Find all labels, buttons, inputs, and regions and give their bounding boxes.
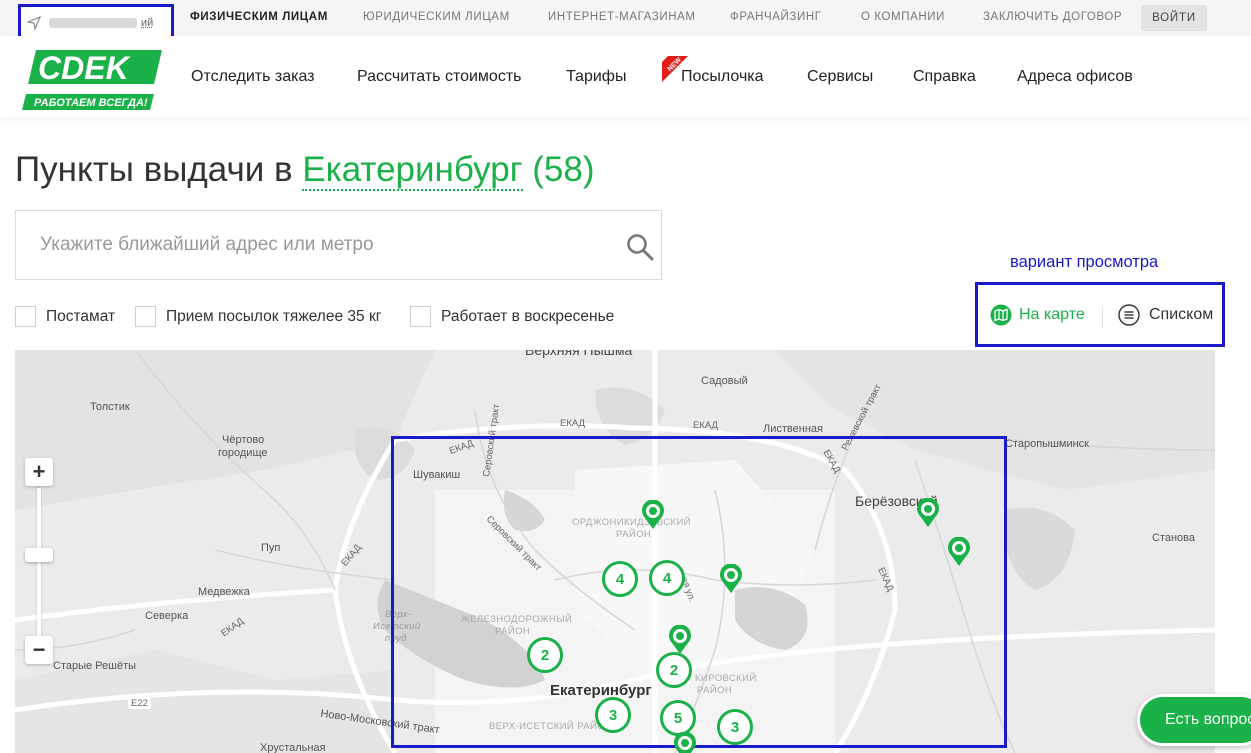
nav-track-order[interactable]: Отследить заказ <box>191 68 315 86</box>
pickup-point-pin-icon[interactable] <box>719 564 743 594</box>
page-title: Пункты выдачи в Екатеринбург (58) <box>15 150 595 191</box>
map-label-listvennaya: Лиственная <box>763 423 823 435</box>
topnav-online-stores[interactable]: ИНТЕРНЕТ-МАГАЗИНАМ <box>548 11 696 23</box>
list-icon <box>1118 304 1140 326</box>
map-road-ekad-2: ЕКАД <box>560 418 585 429</box>
filter-heavy-parcels[interactable]: Прием посылок тяжелее 35 кг <box>135 306 381 327</box>
map-cluster[interactable]: 3 <box>717 709 753 745</box>
map-label-gorodishche: городище <box>218 447 268 459</box>
topnav-contract[interactable]: ЗАКЛЮЧИТЬ ДОГОВОР <box>983 11 1122 23</box>
filter-postamat[interactable]: Постамат <box>15 306 115 327</box>
filter-sunday-checkbox[interactable] <box>410 306 431 327</box>
nav-posylochka[interactable]: Посылочка <box>681 68 764 86</box>
zoom-slider-thumb[interactable] <box>25 548 53 562</box>
nav-services[interactable]: Сервисы <box>807 68 873 86</box>
map-label-khrustalnaya: Хрустальная <box>260 742 326 753</box>
view-mode-switch: На карте Списком <box>975 282 1225 347</box>
filter-heavy-parcels-label: Прием посылок тяжелее 35 кг <box>166 307 382 325</box>
pickup-point-pin-icon[interactable] <box>916 498 940 528</box>
filter-postamat-checkbox[interactable] <box>15 306 36 327</box>
login-button[interactable]: ВОЙТИ <box>1141 5 1207 31</box>
pickup-point-pin-icon[interactable] <box>641 500 665 530</box>
map-label-e22: E22 <box>128 698 151 709</box>
map-label-chertovo: Чёртово <box>222 434 265 446</box>
map-label-sadovy: Садовый <box>701 375 748 387</box>
topnav-about[interactable]: О КОМПАНИИ <box>861 11 945 23</box>
filter-heavy-parcels-checkbox[interactable] <box>135 306 156 327</box>
map-label-staropyshminsk: Старопышминск <box>1005 438 1089 450</box>
map-cluster[interactable]: 5 <box>660 700 696 736</box>
map-label-stanova: Станова <box>1152 532 1196 544</box>
map-label-pup: Пуп <box>261 542 281 554</box>
logo-brand-text: CDEK <box>38 50 132 86</box>
map-cluster[interactable]: 2 <box>656 652 692 688</box>
title-prefix: Пункты выдачи в <box>15 150 293 189</box>
view-map-option[interactable]: На карте <box>990 304 1085 326</box>
map-cluster[interactable]: 4 <box>602 561 638 597</box>
nav-tariffs[interactable]: Тарифы <box>566 68 626 86</box>
pickup-point-pin-icon[interactable] <box>668 625 692 655</box>
zoom-out-button[interactable]: − <box>25 636 53 664</box>
address-search-input[interactable] <box>16 211 606 279</box>
topnav-individuals[interactable]: ФИЗИЧЕСКИМ ЛИЦАМ <box>190 11 328 23</box>
nav-office-addresses[interactable]: Адреса офисов <box>1017 68 1133 86</box>
zoom-in-button[interactable]: + <box>25 458 53 486</box>
view-mode-annotation: вариант просмотра <box>1010 253 1159 271</box>
pickup-point-pin-icon[interactable] <box>947 537 971 567</box>
map-label-medvezhka: Медвежка <box>198 586 250 598</box>
pickup-points-map[interactable]: Верхняя Пышма Садовый Толстик Чёртово го… <box>15 350 1215 753</box>
map-label-starye-reshety: Старые Решёты <box>53 660 137 672</box>
location-arrow-icon <box>27 15 41 30</box>
main-header: CDEK РАБОТАЕМ ВСЕГДА! Отследить заказ Ра… <box>0 36 1251 118</box>
view-list-label: Списком <box>1149 306 1214 323</box>
view-list-option[interactable]: Списком <box>1118 304 1213 326</box>
map-road-ekad-3: ЕКАД <box>693 420 718 431</box>
map-label-severka: Северка <box>145 610 189 622</box>
pickup-point-pin-icon[interactable] <box>673 732 697 753</box>
view-map-label: На карте <box>1019 306 1085 323</box>
map-label-verkhnyaya-pyshma: Верхняя Пышма <box>525 350 633 358</box>
map-icon <box>990 304 1012 326</box>
title-count: (58) <box>532 150 595 189</box>
topnav-legal-entities[interactable]: ЮРИДИЧЕСКИМ ЛИЦАМ <box>363 11 510 23</box>
logo-slogan: РАБОТАЕМ ВСЕГДА! <box>34 97 148 109</box>
title-city-link[interactable]: Екатеринбург <box>302 150 523 191</box>
map-label-tolstik: Толстик <box>90 401 130 413</box>
map-cluster[interactable]: 2 <box>527 637 563 673</box>
city-name-blurred <box>49 17 137 28</box>
map-area-annotation <box>391 436 1007 748</box>
topnav-franchising[interactable]: ФРАНЧАЙЗИНГ <box>730 11 822 23</box>
new-badge: NEW <box>662 56 688 82</box>
map-cluster[interactable]: 4 <box>649 560 685 596</box>
view-separator <box>1102 307 1103 329</box>
zoom-track[interactable] <box>37 488 41 638</box>
city-name-suffix: ий <box>141 16 154 29</box>
map-cluster[interactable]: 3 <box>595 697 631 733</box>
nav-help[interactable]: Справка <box>913 68 976 86</box>
cdek-logo[interactable]: CDEK РАБОТАЕМ ВСЕГДА! <box>22 48 166 110</box>
filter-sunday[interactable]: Работает в воскресенье <box>410 306 614 327</box>
nav-calc-cost[interactable]: Рассчитать стоимость <box>357 68 521 86</box>
map-zoom-control: + − <box>25 458 53 668</box>
filter-sunday-label: Работает в воскресенье <box>441 307 615 325</box>
address-search <box>15 210 662 280</box>
ask-question-button[interactable]: Есть вопрос <box>1137 694 1251 746</box>
filter-postamat-label: Постамат <box>46 307 116 325</box>
top-bar: ий ФИЗИЧЕСКИМ ЛИЦАМ ЮРИДИЧЕСКИМ ЛИЦАМ ИН… <box>0 0 1251 41</box>
search-icon[interactable] <box>626 233 654 261</box>
